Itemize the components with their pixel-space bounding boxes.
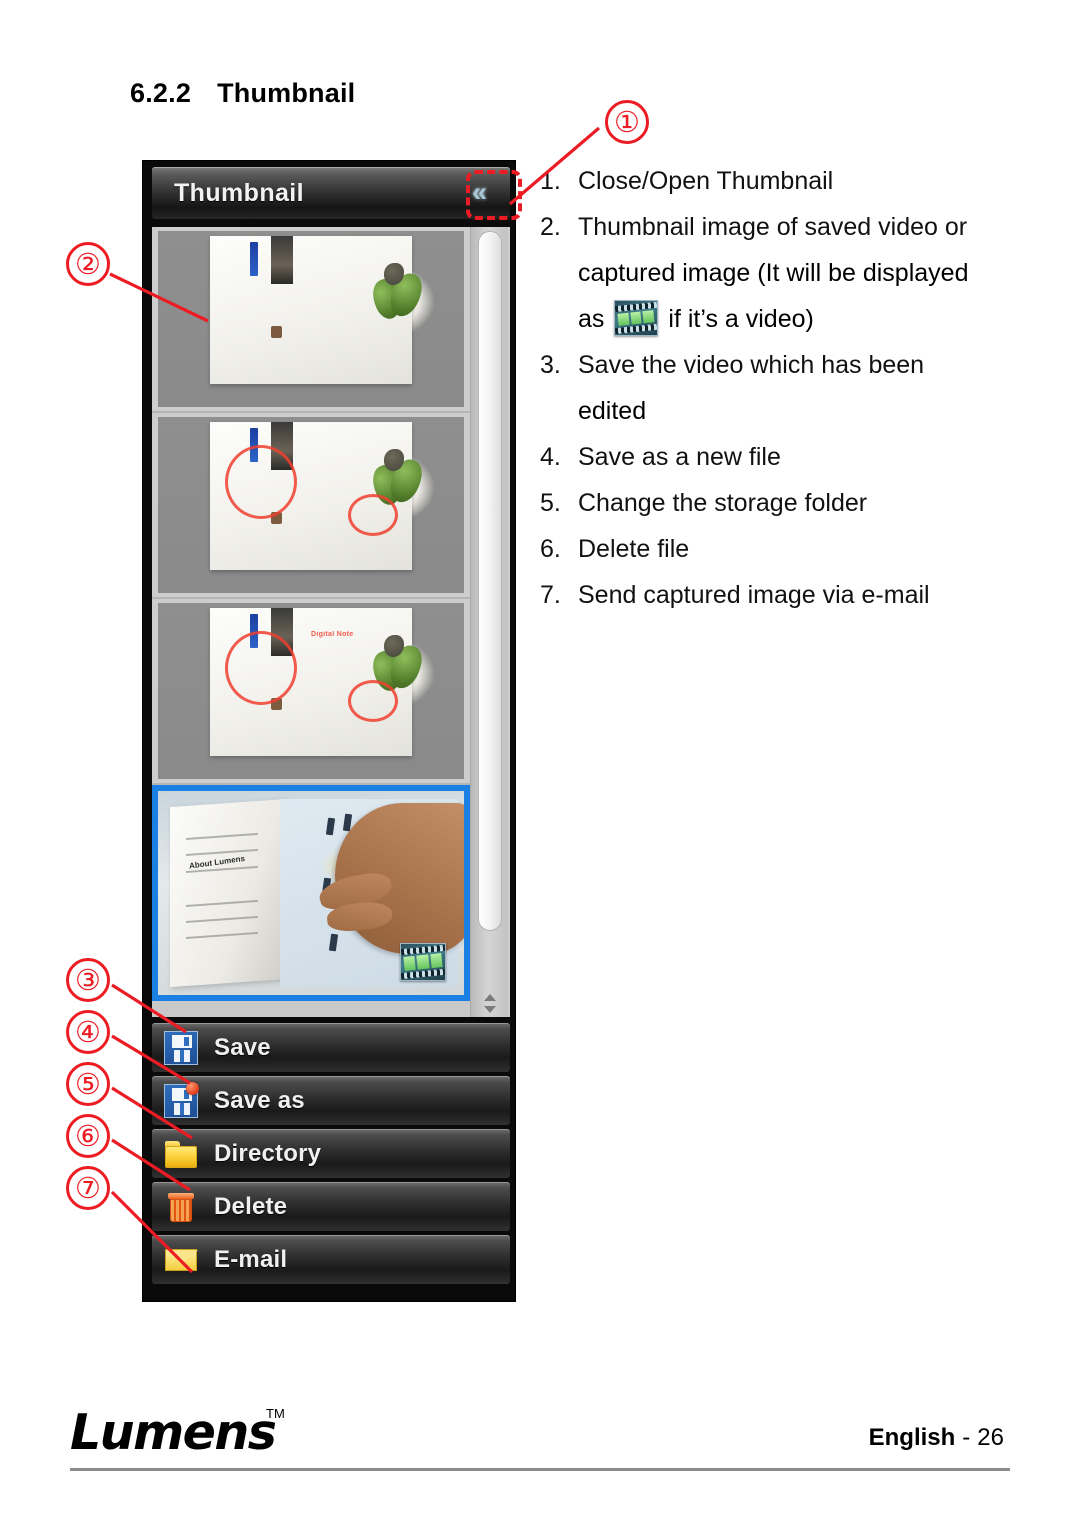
email-button-label: E-mail [214,1245,288,1273]
save-button[interactable]: Save [152,1023,510,1072]
thumbnail-image: About Lumens [158,791,464,995]
instruction-item-4: 4. Save as a new file [540,434,1040,480]
scroll-down-icon[interactable] [484,1006,496,1013]
lumens-logo: Lumens [70,1404,277,1461]
page-title: 6.2.2 Thumbnail [130,78,355,109]
thumbnail-image [158,231,464,407]
folder-icon [164,1137,198,1171]
callout-6: ⑥ [66,1114,110,1158]
instruction-text: Close/Open Thumbnail [578,167,834,195]
instruction-text: Save as a new file [578,443,781,471]
delete-button[interactable]: Delete [152,1182,510,1231]
instruction-text: Save the video which has been [578,351,925,379]
save-as-button-label: Save as [214,1086,305,1114]
instruction-text: Change the storage folder [578,489,868,517]
instruction-item-2-line2: captured image (It will be displayed [578,259,969,287]
delete-button-label: Delete [214,1192,288,1220]
panel-header: Thumbnail « [152,167,510,219]
envelope-icon [164,1243,198,1277]
instruction-text: Send captured image via e-mail [578,581,930,609]
instruction-number: 1. [540,167,561,195]
panel-title: Thumbnail [174,178,304,207]
thumbnail-image: Digital Note [158,603,464,779]
scrollbar-thumb[interactable] [478,231,502,931]
instruction-number: 3. [540,351,561,379]
instruction-text: Thumbnail image of saved video or [578,213,968,241]
directory-button-label: Directory [214,1139,322,1167]
email-button[interactable]: E-mail [152,1235,510,1284]
page-number-label: English -26 [869,1424,1004,1452]
separator: - [962,1424,971,1451]
section-title: Thumbnail [217,78,356,108]
object-chip [271,326,283,339]
instruction-number: 5. [540,489,561,517]
instruction-item-1: 1. Close/Open Thumbnail [540,158,1040,204]
red-annotation-circle [225,631,298,706]
book-page: About Lumens [170,799,287,987]
callout-7: ⑦ [66,1166,110,1210]
callout-1-highlight-box [466,170,522,220]
instruction-item-3: 3. Save the video which has been [540,342,1040,388]
object-block [271,236,294,285]
instruction-item-6: 6. Delete file [540,526,1040,572]
floppy-disk-plus-icon [164,1081,199,1118]
callout-2: ② [66,242,110,286]
trademark-mark: TM [266,1406,285,1421]
save-as-button[interactable]: Save as [152,1076,510,1125]
trash-can-icon [164,1190,198,1224]
instruction-number: 6. [540,535,561,563]
instruction-item-3-line2: edited [578,397,647,425]
red-annotation-circle [225,445,298,520]
callout-1: ① [605,100,649,144]
callout-4: ④ [66,1010,110,1054]
instruction-number: 2. [540,213,561,241]
plant-object [368,262,426,329]
instruction-number: 4. [540,443,561,471]
section-number: 6.2.2 [130,78,192,108]
instruction-text-post: if it’s a video) [668,305,814,333]
panel-button-group: Save Save as Directory Delete E-mail [152,1023,510,1284]
directory-button[interactable]: Directory [152,1129,510,1178]
brand-name: Lumens [70,1404,277,1461]
scroll-up-icon[interactable] [484,994,496,1001]
thumbnail-panel: Thumbnail « Digital Note About Lumens Sa… [142,160,516,1302]
instruction-item-5: 5. Change the storage folder [540,480,1040,526]
thumbnail-scrollbar[interactable] [470,227,508,1017]
thumbnail-item[interactable] [152,227,470,413]
thumbnail-list-container: Digital Note About Lumens [152,227,510,1017]
instruction-item-2-line3: as if it’s a video) [578,296,1040,342]
red-annotation-circle [347,494,398,537]
thumbnail-image [158,417,464,593]
thumbnail-list[interactable]: Digital Note About Lumens [152,227,470,1017]
red-annotation-circle [347,680,398,723]
thumbnail-item[interactable]: Digital Note [152,599,470,785]
logo-mark [249,241,258,276]
thumbnail-item-selected[interactable]: About Lumens [152,785,470,1001]
instruction-text-pre: as [578,305,605,333]
instruction-item-7: 7. Send captured image via e-mail [540,572,1040,618]
page-number: 26 [977,1424,1004,1451]
save-button-label: Save [214,1033,271,1061]
footer-divider [70,1468,1010,1471]
video-badge-icon [399,942,446,981]
video-badge-icon [614,300,659,336]
callout-5: ⑤ [66,1062,110,1106]
instruction-number: 7. [540,581,561,609]
instruction-item-2: 2. Thumbnail image of saved video or [540,204,1040,250]
red-annotation-text: Digital Note [311,631,354,639]
language-label: English [868,1424,956,1451]
instruction-list: 1. Close/Open Thumbnail 2. Thumbnail ima… [540,158,1040,618]
floppy-disk-icon [164,1030,198,1065]
thumbnail-item[interactable] [152,413,470,599]
callout-3: ③ [66,958,110,1002]
scroll-stepper[interactable] [480,994,500,1013]
instruction-text: Delete file [578,535,690,563]
